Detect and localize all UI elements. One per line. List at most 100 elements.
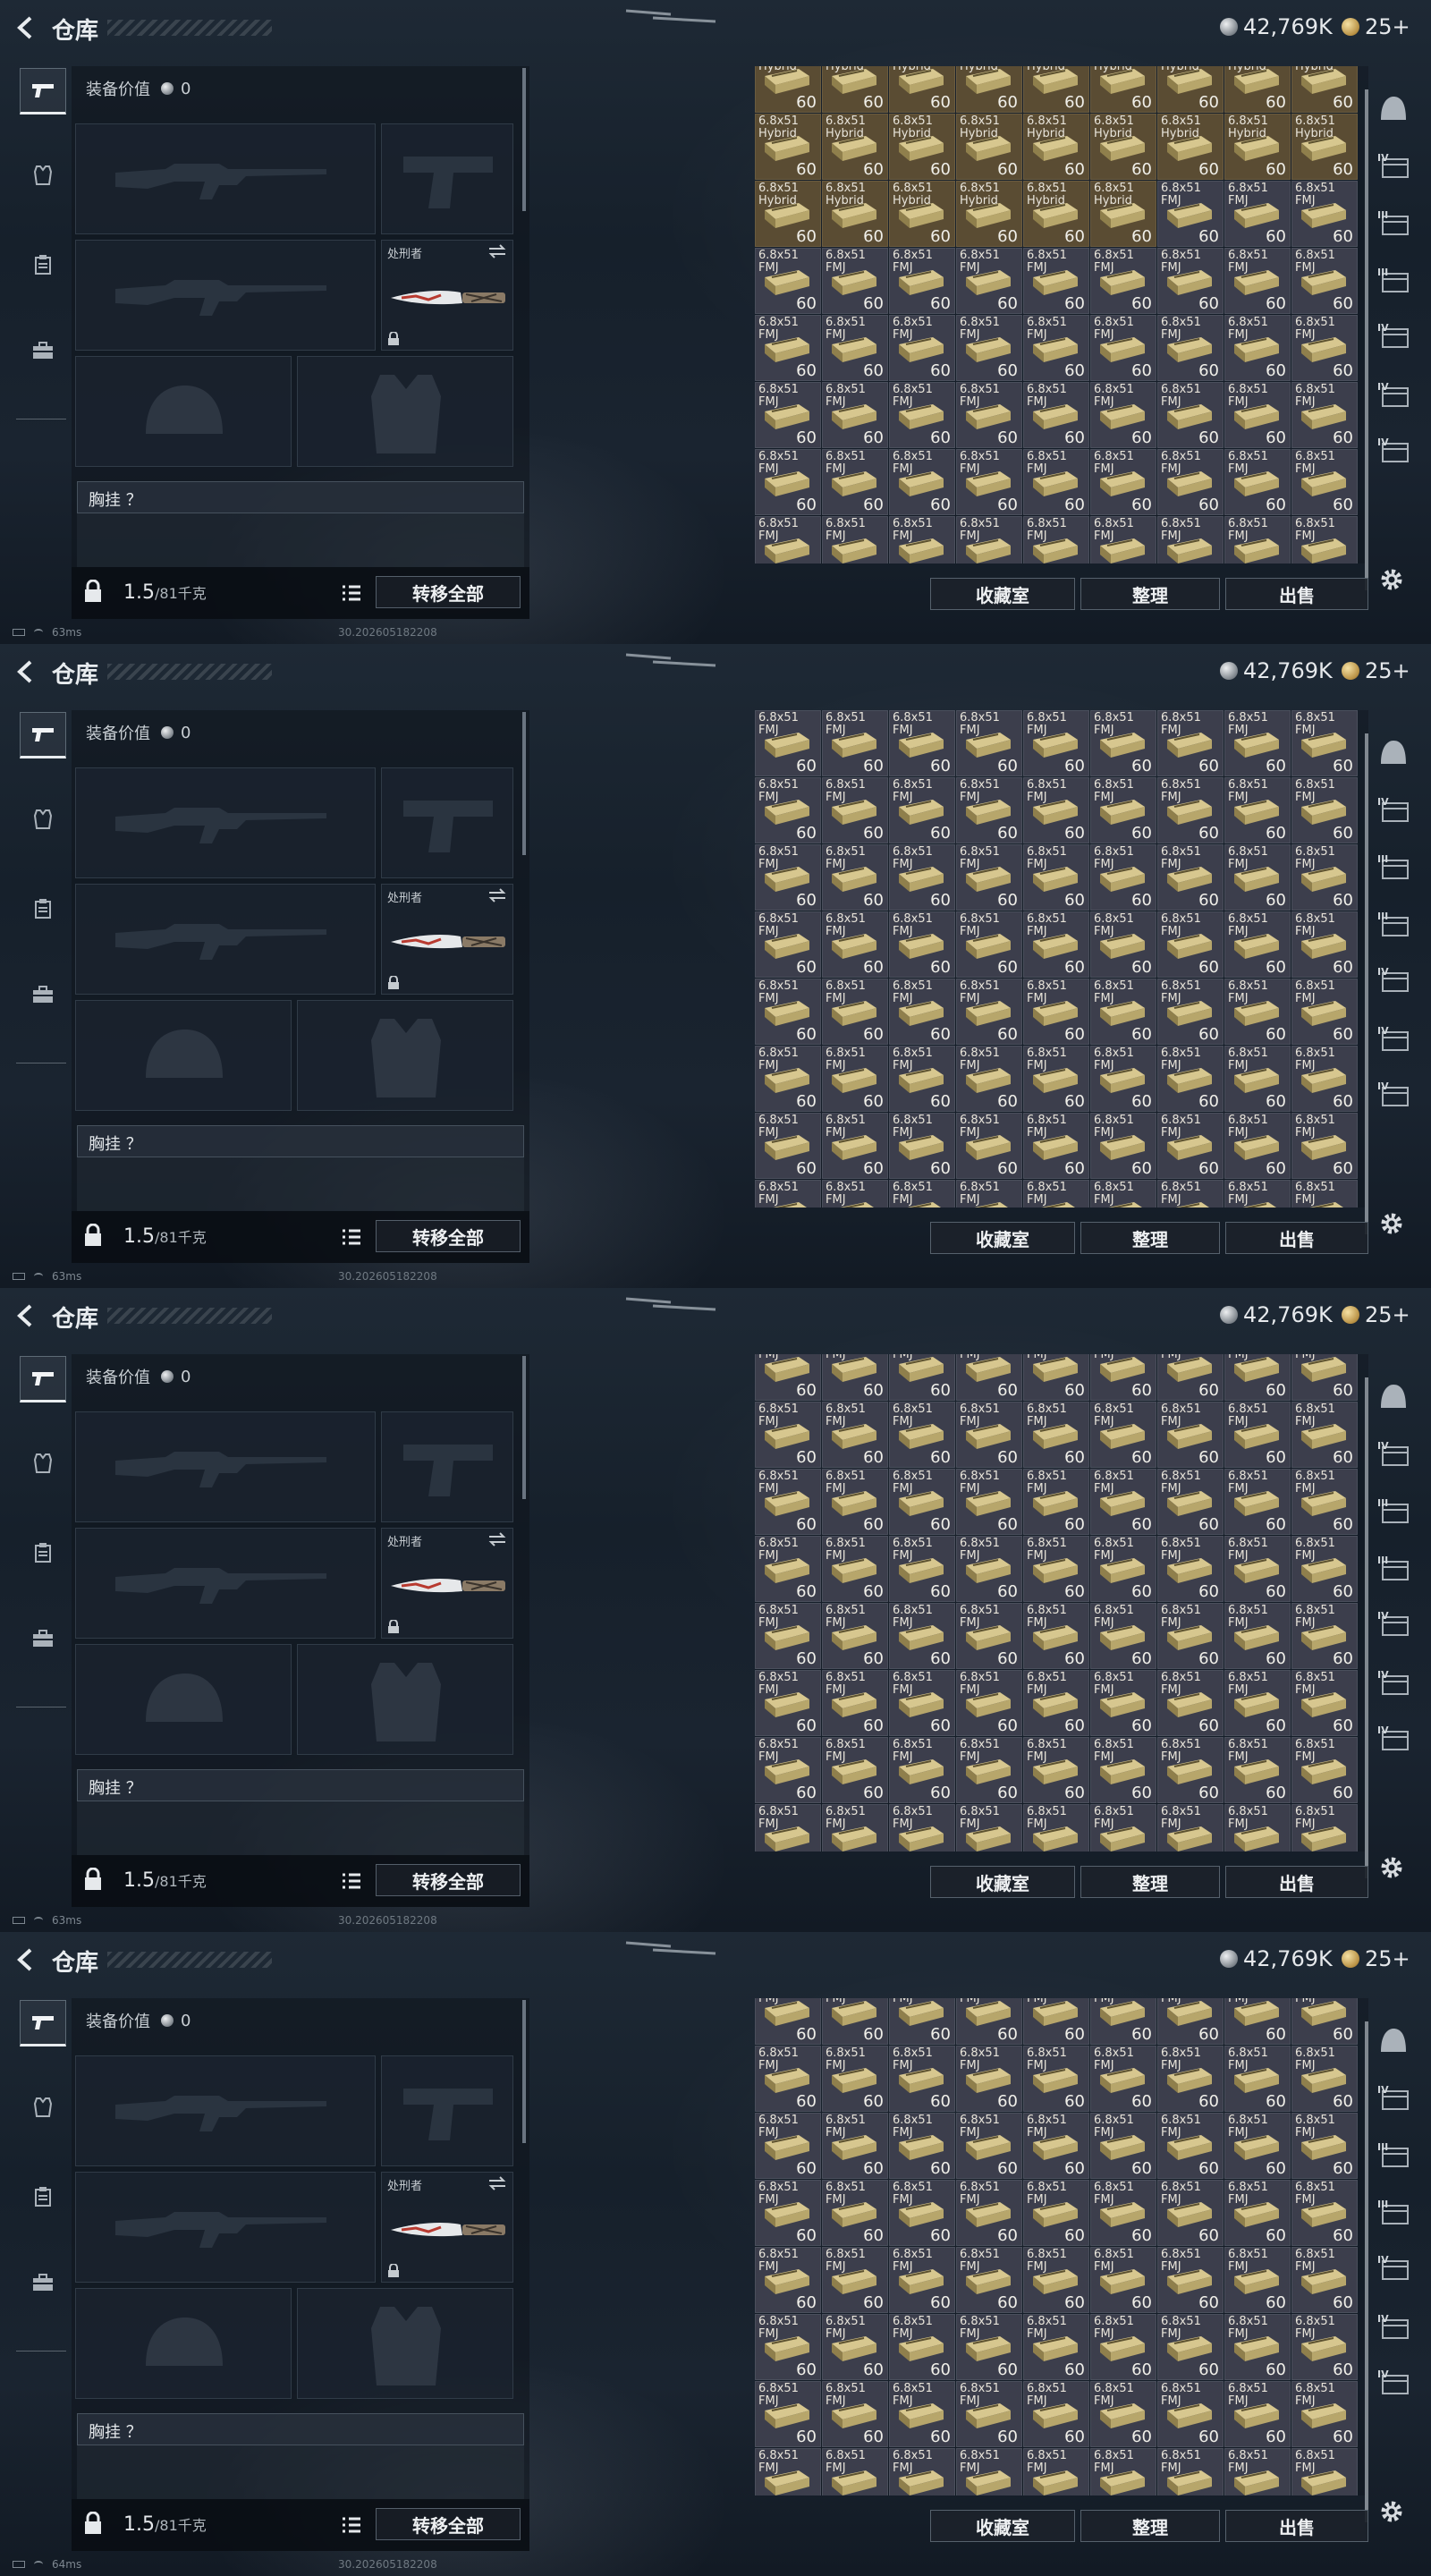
ammo-fmj-item[interactable]: 6.8x51 FMJ60 [889,1354,955,1401]
ammo-hybrid-item[interactable]: 6.8x51 Hybrid60 [1090,66,1156,113]
ammo-fmj-item[interactable]: 6.8x51 FMJ60 [1090,911,1156,978]
ammo-fmj-item[interactable]: 6.8x51 FMJ60 [1090,516,1156,564]
container-item[interactable]: IV [1374,2363,1413,2402]
tab-case[interactable] [20,971,66,1018]
ammo-fmj-item[interactable]: 6.8x51 FMJ60 [1023,2381,1089,2447]
tab-weapons[interactable] [20,68,66,114]
ammo-fmj-item[interactable]: 6.8x51 FMJ60 [956,315,1022,381]
ammo-fmj-item[interactable]: 6.8x51 FMJ60 [1090,1113,1156,1179]
ammo-fmj-item[interactable]: 6.8x51 FMJ60 [1023,2448,1089,2496]
ammo-fmj-item[interactable]: 6.8x51 FMJ60 [1224,1046,1291,1112]
tab-weapons[interactable] [20,1356,66,1402]
ammo-fmj-item[interactable]: 6.8x51 FMJ60 [889,1402,955,1468]
ammo-fmj-item[interactable]: 6.8x51 FMJ60 [755,2046,821,2112]
ammo-fmj-item[interactable]: 6.8x51 FMJ60 [822,1536,888,1602]
ammo-fmj-item[interactable]: 6.8x51 FMJ60 [889,516,955,564]
inventory-grid[interactable]: 6.8x51 FMJ606.8x51 FMJ606.8x51 FMJ606.8x… [755,1998,1368,2496]
ammo-fmj-item[interactable]: 6.8x51 FMJ60 [755,1354,821,1401]
ammo-hybrid-item[interactable]: 6.8x51 Hybrid60 [1023,181,1089,247]
ammo-fmj-item[interactable]: 6.8x51 FMJ60 [956,1737,1022,1803]
ammo-hybrid-item[interactable]: 6.8x51 Hybrid60 [1224,66,1291,113]
swap-icon[interactable] [487,2176,507,2190]
pistol-slot[interactable] [381,123,513,234]
ammo-fmj-item[interactable]: 6.8x51 FMJ60 [1291,2247,1358,2313]
ammo-fmj-item[interactable]: 6.8x51 FMJ60 [956,2381,1022,2447]
ammo-fmj-item[interactable]: 6.8x51 FMJ60 [1090,2381,1156,2447]
container-item[interactable]: IV [1374,1020,1413,1059]
ammo-fmj-item[interactable]: 6.8x51 FMJ60 [1291,449,1358,515]
ammo-fmj-item[interactable]: 6.8x51 FMJ60 [1157,911,1224,978]
ammo-fmj-item[interactable]: 6.8x51 FMJ60 [1023,1402,1089,1468]
ammo-fmj-item[interactable]: 6.8x51 FMJ60 [1090,1180,1156,1208]
ammo-fmj-item[interactable]: 6.8x51 FMJ60 [1157,382,1224,448]
ammo-fmj-item[interactable]: 6.8x51 FMJ60 [1023,1113,1089,1179]
ammo-fmj-item[interactable]: 6.8x51 FMJ60 [822,1737,888,1803]
ammo-fmj-item[interactable]: 6.8x51 FMJ60 [1090,2448,1156,2496]
ammo-fmj-item[interactable]: 6.8x51 FMJ60 [1023,315,1089,381]
ammo-hybrid-item[interactable]: 6.8x51 Hybrid60 [956,66,1022,113]
ammo-fmj-item[interactable]: 6.8x51 FMJ60 [1291,516,1358,564]
ammo-fmj-item[interactable]: 6.8x51 FMJ60 [956,1804,1022,1852]
ammo-fmj-item[interactable]: 6.8x51 FMJ60 [956,2180,1022,2246]
ammo-fmj-item[interactable]: 6.8x51 FMJ60 [755,2180,821,2246]
ammo-fmj-item[interactable]: 6.8x51 FMJ60 [1224,2381,1291,2447]
ammo-hybrid-item[interactable]: 6.8x51 Hybrid60 [1291,66,1358,113]
tab-backpack[interactable] [20,242,66,288]
ammo-fmj-item[interactable]: 6.8x51 FMJ60 [1090,1469,1156,1535]
tab-weapons[interactable] [20,2000,66,2046]
ammo-fmj-item[interactable]: 6.8x51 FMJ60 [755,1402,821,1468]
ammo-fmj-item[interactable]: 6.8x51 FMJ60 [1157,2448,1224,2496]
ammo-fmj-item[interactable]: 6.8x51 FMJ60 [1157,2247,1224,2313]
ammo-fmj-item[interactable]: 6.8x51 FMJ60 [755,1113,821,1179]
pistol-slot[interactable] [381,767,513,878]
ammo-fmj-item[interactable]: 6.8x51 FMJ60 [1023,1737,1089,1803]
gold-balance[interactable]: 25+ [1342,658,1410,683]
ammo-fmj-item[interactable]: 6.8x51 FMJ60 [1291,1354,1358,1401]
primary-weapon-slot[interactable] [75,767,376,878]
ammo-fmj-item[interactable]: 6.8x51 FMJ60 [1291,2314,1358,2380]
ammo-fmj-item[interactable]: 6.8x51 FMJ60 [1157,710,1224,776]
ammo-fmj-item[interactable]: 6.8x51 FMJ60 [1090,382,1156,448]
sell-button[interactable]: 出售 [1225,578,1368,610]
ammo-fmj-item[interactable]: 6.8x51 FMJ60 [1291,2448,1358,2496]
collection-button[interactable]: 收藏室 [930,578,1075,610]
ammo-fmj-item[interactable]: 6.8x51 FMJ60 [1224,248,1291,314]
ammo-fmj-item[interactable]: 6.8x51 FMJ60 [1157,2381,1224,2447]
ammo-fmj-item[interactable]: 6.8x51 FMJ60 [1090,449,1156,515]
helmet-slot[interactable] [75,1644,292,1755]
ammo-fmj-item[interactable]: 6.8x51 FMJ60 [822,777,888,843]
ammo-fmj-item[interactable]: 6.8x51 FMJ60 [822,248,888,314]
ammo-fmj-item[interactable]: 6.8x51 FMJ60 [956,1046,1022,1112]
ammo-fmj-item[interactable]: 6.8x51 FMJ60 [956,1536,1022,1602]
tab-armor[interactable] [20,2084,66,2131]
chest-rig-header[interactable]: 胸挂 ？ [77,1769,524,1801]
inventory-scrollbar[interactable] [1365,1377,1368,1878]
ammo-fmj-item[interactable]: 6.8x51 FMJ60 [822,315,888,381]
ammo-fmj-item[interactable]: 6.8x51 FMJ60 [755,1998,821,2045]
ammo-fmj-item[interactable]: 6.8x51 FMJ60 [822,911,888,978]
ammo-fmj-item[interactable]: 6.8x51 FMJ60 [1291,1113,1358,1179]
ammo-fmj-item[interactable]: 6.8x51 FMJ60 [1157,449,1224,515]
ammo-fmj-item[interactable]: 6.8x51 FMJ60 [889,2180,955,2246]
ammo-fmj-item[interactable]: 6.8x51 FMJ60 [1224,1737,1291,1803]
ammo-fmj-item[interactable]: 6.8x51 FMJ60 [822,516,888,564]
ammo-fmj-item[interactable]: 6.8x51 FMJ60 [1291,315,1358,381]
ammo-fmj-item[interactable]: 6.8x51 FMJ60 [1023,1469,1089,1535]
ammo-hybrid-item[interactable]: 6.8x51 Hybrid60 [1291,114,1358,180]
armor-slot[interactable] [297,1644,513,1755]
silver-balance[interactable]: 42,769K [1220,1946,1333,1971]
ammo-fmj-item[interactable]: 6.8x51 FMJ60 [1224,979,1291,1045]
ammo-fmj-item[interactable]: 6.8x51 FMJ60 [755,315,821,381]
container-item[interactable]: III [1374,261,1413,301]
list-icon[interactable] [342,1229,361,1245]
ammo-hybrid-item[interactable]: 6.8x51 Hybrid60 [755,114,821,180]
ammo-fmj-item[interactable]: 6.8x51 FMJ60 [1023,911,1089,978]
ammo-fmj-item[interactable]: 6.8x51 FMJ60 [1023,2046,1089,2112]
ammo-fmj-item[interactable]: 6.8x51 FMJ60 [822,2314,888,2380]
ammo-fmj-item[interactable]: 6.8x51 FMJ60 [1224,1180,1291,1208]
ammo-fmj-item[interactable]: 6.8x51 FMJ60 [1023,1180,1089,1208]
swap-icon[interactable] [487,1532,507,1546]
ammo-fmj-item[interactable]: 6.8x51 FMJ60 [1023,844,1089,911]
container-item[interactable]: IV [1374,1075,1413,1114]
ammo-fmj-item[interactable]: 6.8x51 FMJ60 [755,1536,821,1602]
